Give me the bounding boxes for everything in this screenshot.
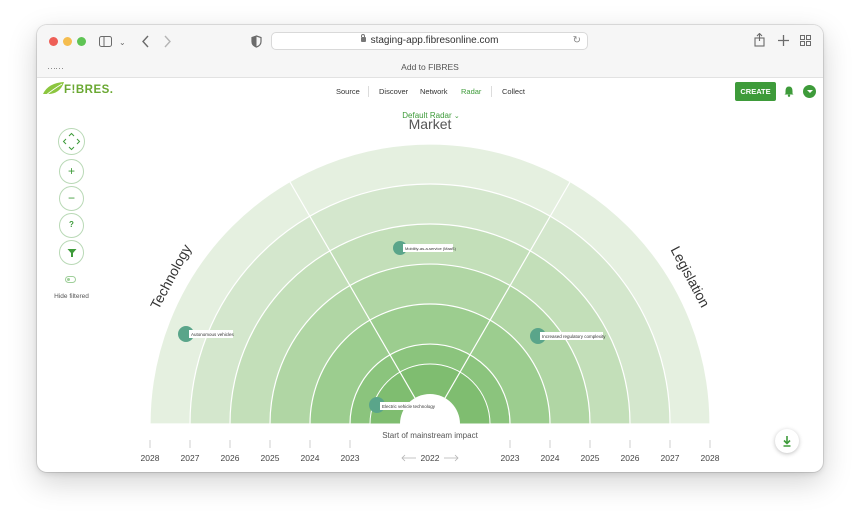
year-tick-label: 2024 [541, 453, 560, 463]
right-arrow-icon [444, 454, 459, 462]
browser-window: ⌄ staging-app.fibresonline.com ↻ ⋯⋯ Add … [37, 25, 823, 472]
year-tick-label: 2027 [661, 453, 680, 463]
year-tick-label: 2026 [221, 453, 240, 463]
year-tick-label: 2023 [341, 453, 360, 463]
radar-item-label: Autonomous vehicles [191, 332, 235, 337]
radar-item-label: Mobility-as-a-service (MaaS) [405, 246, 457, 251]
radar-item-label: Increased regulatory complexity [542, 334, 606, 339]
radar-item-label: Electric vehicle technology [382, 404, 436, 409]
year-tick-label-center: 2022 [421, 453, 440, 463]
year-tick-label: 2025 [261, 453, 280, 463]
radar-axis-caption: Start of mainstream impact [382, 431, 478, 440]
year-tick-label: 2028 [701, 453, 720, 463]
download-button[interactable] [775, 429, 799, 453]
year-tick-label: 2028 [141, 453, 160, 463]
radar-chart: Technology Market Legislation Autonomous… [141, 116, 720, 463]
year-tick-label: 2024 [301, 453, 320, 463]
download-icon [783, 436, 791, 447]
year-tick-label: 2026 [621, 453, 640, 463]
year-tick-label: 2023 [501, 453, 520, 463]
left-arrow-icon [401, 454, 416, 462]
year-tick-label: 2027 [181, 453, 200, 463]
year-tick-label: 2025 [581, 453, 600, 463]
sector-label-market: Market [409, 116, 452, 132]
